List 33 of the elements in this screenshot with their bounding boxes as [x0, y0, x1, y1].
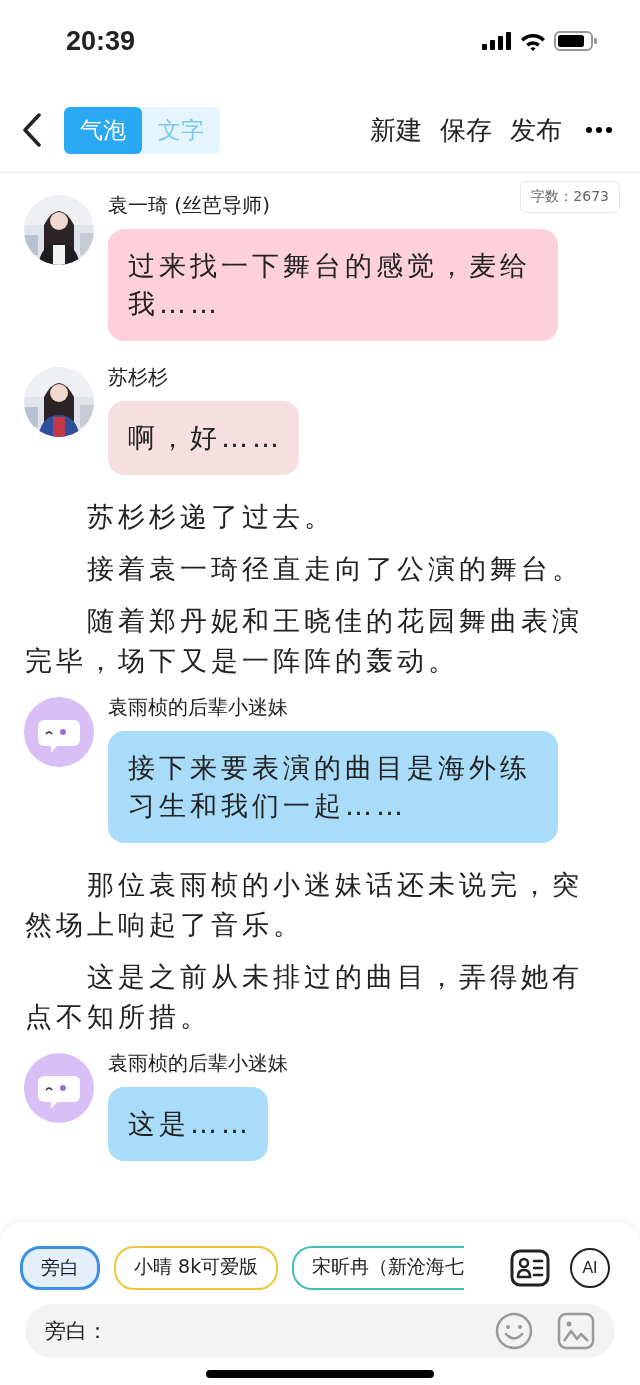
speaker-name: 袁一琦 (丝芭导师)	[108, 192, 270, 219]
speech-bubble-avatar-icon	[24, 1053, 94, 1123]
status-time: 20:39	[66, 25, 136, 57]
role-chip[interactable]: 宋昕冉（新沧海七	[292, 1246, 465, 1290]
back-icon[interactable]	[22, 113, 42, 147]
role-chip[interactable]: 旁白	[20, 1246, 100, 1290]
narration-text: 接着袁一琦径直走向了公演的舞台。	[86, 552, 585, 586]
header-action[interactable]: 发布	[510, 112, 562, 148]
emoji-icon[interactable]	[495, 1312, 533, 1350]
speaker-name: 苏杉杉	[108, 364, 168, 391]
narration-text: 那位袁雨桢的小迷妹话还未说完，突然场上响起了音乐。	[24, 868, 585, 942]
chat-bubble: 过来找一下舞台的感觉，麦给我……	[108, 229, 558, 341]
more-icon[interactable]	[586, 127, 612, 133]
image-icon[interactable]	[557, 1312, 595, 1350]
narration-text: 这是之前从未排过的曲目，弄得她有点不知所措。	[24, 960, 585, 1034]
role-chip[interactable]: 小晴 8k可爱版	[114, 1246, 279, 1290]
chat-bubble: 接下来要表演的曲目是海外练习生和我们一起……	[108, 731, 558, 843]
chat-bubble: 这是……	[108, 1087, 268, 1161]
speech-bubble-avatar-icon	[24, 697, 94, 767]
speaker-name: 袁雨桢的后辈小迷妹	[108, 694, 288, 721]
input-field[interactable]: 旁白：	[25, 1304, 615, 1358]
contact-card-icon[interactable]	[510, 1249, 550, 1287]
narration-text: 随着郑丹妮和王晓佳的花园舞曲表演完毕，场下又是一阵阵的轰动。	[24, 604, 585, 678]
battery-icon	[554, 31, 598, 51]
signal-icon	[482, 32, 512, 50]
word-count: 字数：2673	[520, 181, 620, 213]
chat-bubble: 啊，好……	[108, 401, 299, 475]
ai-button[interactable]: AI	[570, 1248, 610, 1288]
header-action[interactable]: 保存	[440, 112, 492, 148]
speaker-name: 袁雨桢的后辈小迷妹	[108, 1050, 288, 1077]
narration-text: 苏杉杉递了过去。	[86, 500, 337, 534]
wifi-icon	[520, 31, 546, 51]
header-action[interactable]: 新建	[370, 112, 422, 148]
